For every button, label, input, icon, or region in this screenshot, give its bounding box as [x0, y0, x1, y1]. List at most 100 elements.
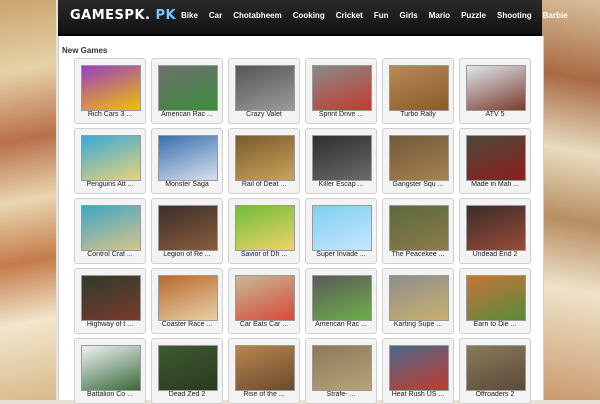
game-tile[interactable]: Heat Rush US ... — [382, 338, 454, 404]
game-thumbnail[interactable] — [81, 65, 141, 111]
game-tile[interactable]: Battalion Co ... — [74, 338, 146, 404]
game-title[interactable]: Rail of Deat ... — [229, 181, 299, 188]
game-thumbnail[interactable] — [312, 135, 372, 181]
nav-item-cricket[interactable]: Cricket — [336, 11, 363, 20]
game-title[interactable]: Made in Mafi ... — [460, 181, 530, 188]
game-title[interactable]: Heat Rush US ... — [383, 391, 453, 398]
game-thumbnail[interactable] — [466, 135, 526, 181]
game-thumbnail[interactable] — [466, 275, 526, 321]
game-thumbnail[interactable] — [235, 275, 295, 321]
game-thumbnail[interactable] — [312, 275, 372, 321]
game-title[interactable]: American Rac ... — [306, 321, 376, 328]
game-tile[interactable]: Legion of Re ... — [151, 198, 223, 264]
game-thumbnail[interactable] — [389, 65, 449, 111]
game-title[interactable]: Dead Zed 2 — [152, 391, 222, 398]
game-thumbnail[interactable] — [466, 205, 526, 251]
game-title[interactable]: ATV 5 — [460, 111, 530, 118]
game-tile[interactable]: Karting Supe ... — [382, 268, 454, 334]
game-tile[interactable]: Sprint Drive ... — [305, 58, 377, 124]
game-tile[interactable]: Undead End 2 — [459, 198, 531, 264]
game-tile[interactable]: Turbo Rally — [382, 58, 454, 124]
game-tile[interactable]: Gangster Squ ... — [382, 128, 454, 194]
game-thumbnail[interactable] — [389, 205, 449, 251]
nav-item-fun[interactable]: Fun — [374, 11, 389, 20]
game-title[interactable]: Penguins Att ... — [75, 181, 145, 188]
game-tile[interactable]: Made in Mafi ... — [459, 128, 531, 194]
game-title[interactable]: The Peacekee ... — [383, 251, 453, 258]
game-title[interactable]: Battalion Co ... — [75, 391, 145, 398]
site-logo[interactable]: GAMESPK. PK — [70, 8, 176, 23]
game-thumbnail[interactable] — [389, 135, 449, 181]
nav-item-mario[interactable]: Mario — [429, 11, 450, 20]
game-tile[interactable]: Control Craf ... — [74, 198, 146, 264]
game-thumbnail[interactable] — [81, 275, 141, 321]
game-title[interactable]: American Rac ... — [152, 111, 222, 118]
game-thumbnail[interactable] — [81, 135, 141, 181]
game-title[interactable]: Earn to Die ... — [460, 321, 530, 328]
game-thumbnail[interactable] — [235, 205, 295, 251]
game-title[interactable]: Control Craf ... — [75, 251, 145, 258]
game-tile[interactable]: Car Eats Car ... — [228, 268, 300, 334]
game-tile[interactable]: Rise of the ... — [228, 338, 300, 404]
game-tile[interactable]: Monster Saga — [151, 128, 223, 194]
game-title[interactable]: Car Eats Car ... — [229, 321, 299, 328]
game-thumbnail[interactable] — [312, 65, 372, 111]
game-tile[interactable]: ATV 5 — [459, 58, 531, 124]
game-thumbnail[interactable] — [312, 345, 372, 391]
nav-item-car[interactable]: Car — [209, 11, 222, 20]
nav-item-chotabheem[interactable]: Chotabheem — [233, 11, 281, 20]
game-title[interactable]: Super Invade ... — [306, 251, 376, 258]
game-tile[interactable]: Offroaders 2 — [459, 338, 531, 404]
nav-item-bike[interactable]: Bike — [181, 11, 198, 20]
game-title[interactable]: Coaster Race ... — [152, 321, 222, 328]
game-tile[interactable]: Super Invade ... — [305, 198, 377, 264]
game-title[interactable]: Turbo Rally — [383, 111, 453, 118]
game-thumbnail[interactable] — [158, 275, 218, 321]
game-tile[interactable]: Rich Cars 3 ... — [74, 58, 146, 124]
game-thumbnail[interactable] — [235, 65, 295, 111]
game-tile[interactable]: Penguins Att ... — [74, 128, 146, 194]
game-title[interactable]: Monster Saga — [152, 181, 222, 188]
game-title[interactable]: Savior of Dh ... — [229, 251, 299, 258]
game-title[interactable]: Crazy Valet — [229, 111, 299, 118]
nav-item-cooking[interactable]: Cooking — [293, 11, 325, 20]
game-title[interactable]: Legion of Re ... — [152, 251, 222, 258]
game-title[interactable]: Offroaders 2 — [460, 391, 530, 398]
nav-item-puzzle[interactable]: Puzzle — [461, 11, 486, 20]
game-thumbnail[interactable] — [466, 345, 526, 391]
game-thumbnail[interactable] — [81, 205, 141, 251]
game-tile[interactable]: Coaster Race ... — [151, 268, 223, 334]
game-thumbnail[interactable] — [466, 65, 526, 111]
game-title[interactable]: Rich Cars 3 ... — [75, 111, 145, 118]
game-thumbnail[interactable] — [235, 135, 295, 181]
game-tile[interactable]: Savior of Dh ... — [228, 198, 300, 264]
nav-item-barbie[interactable]: Barbie — [543, 11, 568, 20]
game-title[interactable]: Rise of the ... — [229, 391, 299, 398]
game-tile[interactable]: The Peacekee ... — [382, 198, 454, 264]
nav-item-shooting[interactable]: Shooting — [497, 11, 532, 20]
game-thumbnail[interactable] — [312, 205, 372, 251]
nav-item-girls[interactable]: Girls — [400, 11, 418, 20]
game-tile[interactable]: Strafe- ... — [305, 338, 377, 404]
game-tile[interactable]: Highway of t ... — [74, 268, 146, 334]
game-thumbnail[interactable] — [389, 275, 449, 321]
game-title[interactable]: Sprint Drive ... — [306, 111, 376, 118]
game-title[interactable]: Undead End 2 — [460, 251, 530, 258]
game-thumbnail[interactable] — [389, 345, 449, 391]
game-tile[interactable]: Rail of Deat ... — [228, 128, 300, 194]
game-thumbnail[interactable] — [158, 205, 218, 251]
game-tile[interactable]: Crazy Valet — [228, 58, 300, 124]
game-title[interactable]: Karting Supe ... — [383, 321, 453, 328]
game-thumbnail[interactable] — [158, 135, 218, 181]
game-thumbnail[interactable] — [158, 65, 218, 111]
game-tile[interactable]: Dead Zed 2 — [151, 338, 223, 404]
game-tile[interactable]: Killer Escap ... — [305, 128, 377, 194]
game-thumbnail[interactable] — [235, 345, 295, 391]
game-thumbnail[interactable] — [158, 345, 218, 391]
game-title[interactable]: Killer Escap ... — [306, 181, 376, 188]
game-tile[interactable]: American Rac ... — [151, 58, 223, 124]
game-tile[interactable]: Earn to Die ... — [459, 268, 531, 334]
game-title[interactable]: Highway of t ... — [75, 321, 145, 328]
game-title[interactable]: Gangster Squ ... — [383, 181, 453, 188]
game-thumbnail[interactable] — [81, 345, 141, 391]
